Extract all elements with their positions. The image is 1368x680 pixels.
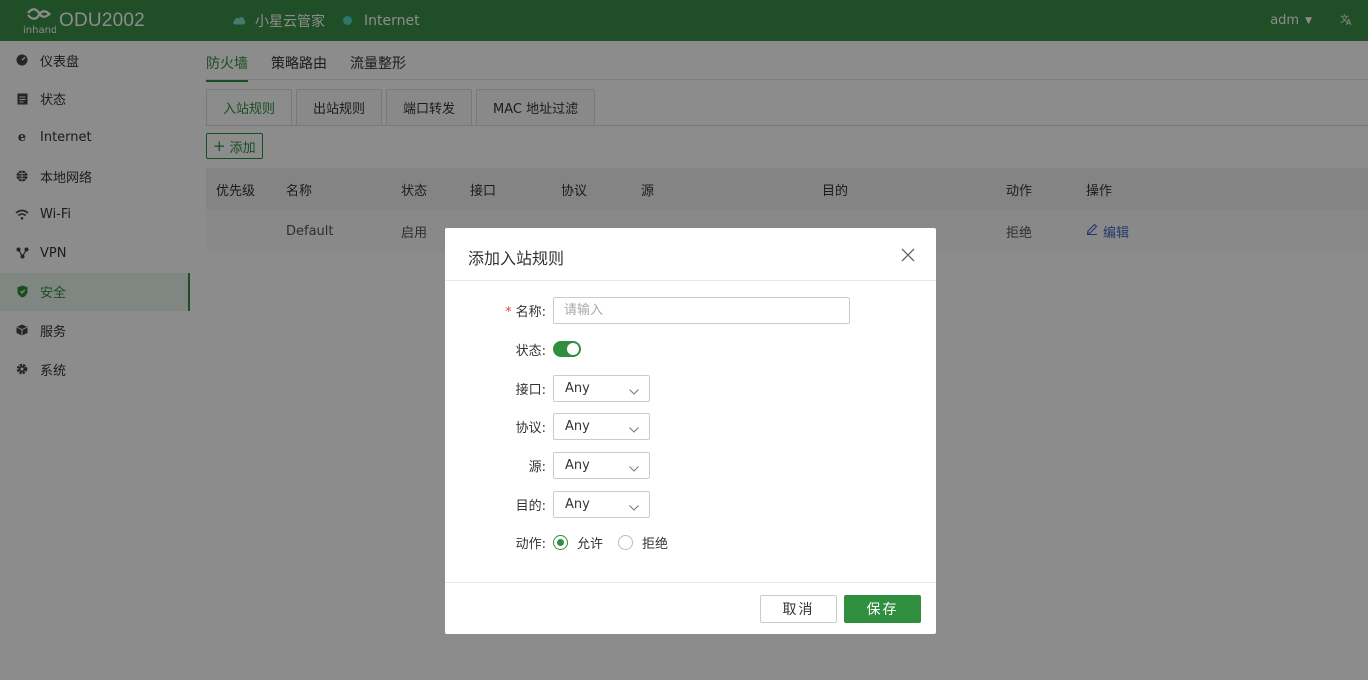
interface-select[interactable]: Any <box>553 374 650 402</box>
protocol-select[interactable]: Any <box>553 412 650 440</box>
name-label-text: 名称: <box>515 304 546 320</box>
dialog-header-divider <box>445 280 936 281</box>
chevron-down-icon <box>629 384 639 399</box>
source-select[interactable]: Any <box>553 451 650 479</box>
destination-select-value: Any <box>565 496 590 512</box>
dialog-title: 添加入站规则 <box>468 249 565 268</box>
add-inbound-rule-dialog: 添加入站规则 *名称: 状态: 接口: Any 协议: Any 源: Any 目… <box>445 228 936 634</box>
action-deny-radio[interactable]: 拒绝 <box>618 533 668 552</box>
form-row-protocol: 协议: Any <box>445 412 936 440</box>
dialog-footer-divider <box>445 582 936 583</box>
source-select-value: Any <box>565 457 590 473</box>
chevron-down-icon <box>629 461 639 476</box>
name-field-label: * 名称: <box>445 301 553 320</box>
cancel-button[interactable]: 取消 <box>760 595 837 623</box>
interface-select-value: Any <box>565 380 590 396</box>
source-field-label: 源: <box>528 459 546 475</box>
action-deny-label: 拒绝 <box>642 536 669 552</box>
name-input[interactable] <box>553 296 850 324</box>
action-allow-label: 允许 <box>577 536 604 552</box>
action-field-label: 动作: <box>515 536 546 552</box>
chevron-down-icon <box>629 422 639 437</box>
radio-checked-icon <box>553 534 568 550</box>
destination-select[interactable]: Any <box>553 490 650 518</box>
radio-unchecked-icon <box>618 534 634 550</box>
form-row-action: 动作: 允许 拒绝 <box>445 528 936 556</box>
close-icon[interactable] <box>901 245 915 265</box>
interface-field-label: 接口: <box>515 382 546 398</box>
required-mark: * <box>505 304 512 320</box>
status-toggle[interactable] <box>553 341 581 357</box>
protocol-select-value: Any <box>565 418 590 434</box>
form-row-source: 源: Any <box>445 451 936 479</box>
action-radio-group: 允许 拒绝 <box>553 533 683 552</box>
save-button[interactable]: 保存 <box>844 595 921 623</box>
destination-field-label: 目的: <box>515 498 546 514</box>
form-row-name: * 名称: <box>445 296 936 324</box>
action-allow-radio[interactable]: 允许 <box>553 533 603 552</box>
form-row-status: 状态: <box>445 335 936 363</box>
toggle-knob <box>567 343 579 355</box>
status-field-label: 状态: <box>515 343 546 359</box>
form-row-destination: 目的: Any <box>445 490 936 518</box>
protocol-field-label: 协议: <box>515 420 546 436</box>
form-row-interface: 接口: Any <box>445 374 936 402</box>
chevron-down-icon <box>629 500 639 515</box>
